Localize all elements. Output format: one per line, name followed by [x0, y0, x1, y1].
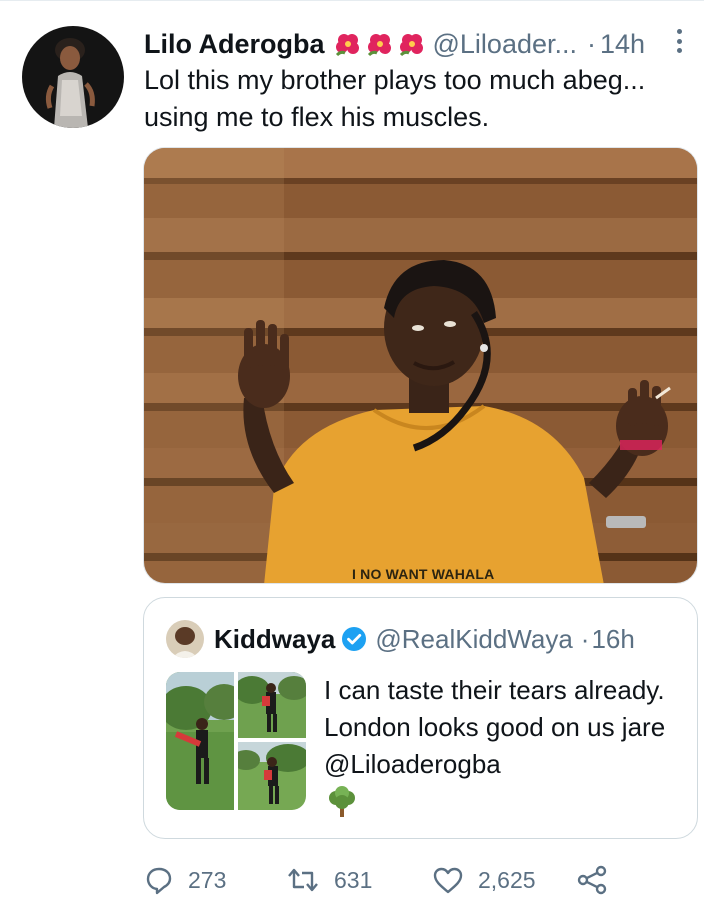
quoted-media-grid[interactable]	[166, 672, 306, 810]
quoted-author-avatar[interactable]	[166, 620, 204, 658]
quoted-author-handle[interactable]: @RealKiddWaya	[375, 624, 572, 655]
author-name[interactable]: Lilo Aderogba	[144, 29, 325, 60]
hibiscus-emoji-icon	[367, 34, 391, 57]
name-emojis	[333, 29, 427, 59]
like-button[interactable]: 2,625	[432, 860, 536, 900]
quoted-tweet-header: Kiddwaya @RealKiddWaya · 16h	[214, 620, 635, 658]
tweet-timestamp[interactable]: 14h	[600, 29, 645, 60]
tweet-header: Lilo Aderogba @Liloader... · 14h	[144, 24, 684, 64]
hibiscus-emoji-icon	[335, 34, 359, 57]
reply-button[interactable]: 273	[144, 860, 226, 900]
quoted-media-thumbnail[interactable]	[238, 742, 306, 810]
more-options-icon[interactable]	[674, 26, 684, 56]
share-button[interactable]	[576, 860, 608, 900]
quoted-tweet-card[interactable]: Kiddwaya @RealKiddWaya · 16h I can taste…	[143, 597, 698, 839]
deciduous-tree-emoji-icon	[329, 786, 355, 817]
tweet-text-line: using me to flex his muscles.	[144, 102, 490, 132]
reply-count: 273	[188, 866, 227, 893]
retweet-count: 631	[334, 866, 373, 893]
shirt-caption: I NO WANT WAHALA	[352, 566, 495, 582]
quoted-media-thumbnail[interactable]	[166, 672, 234, 810]
author-handle[interactable]: @Liloader...	[433, 29, 578, 60]
author-avatar[interactable]	[22, 26, 124, 128]
top-divider	[0, 0, 704, 1]
hibiscus-emoji-icon	[399, 34, 423, 57]
reply-icon	[146, 867, 172, 895]
tweet-media-photo[interactable]: I NO WANT WAHALA	[143, 147, 698, 584]
quoted-tweet-text: I can taste their tears already. London …	[324, 675, 666, 779]
quoted-author-name[interactable]: Kiddwaya	[214, 624, 335, 655]
retweet-icon	[288, 868, 318, 892]
tweet-action-bar: 273 631 2,625	[144, 860, 684, 900]
share-icon	[577, 865, 607, 895]
separator-dot: ·	[580, 623, 590, 654]
tweet-text: Lol this my brother plays too much abeg.…	[144, 62, 684, 136]
quoted-tweet-timestamp[interactable]: 16h	[591, 624, 634, 655]
verified-badge-icon	[342, 627, 367, 651]
tweet-text-line: Lol this my brother plays too much abeg.…	[144, 65, 646, 95]
quoted-media-thumbnail[interactable]	[238, 672, 306, 738]
retweet-button[interactable]: 631	[286, 860, 372, 900]
heart-icon	[433, 867, 463, 894]
like-count: 2,625	[478, 866, 536, 893]
separator-dot: ·	[587, 28, 596, 59]
